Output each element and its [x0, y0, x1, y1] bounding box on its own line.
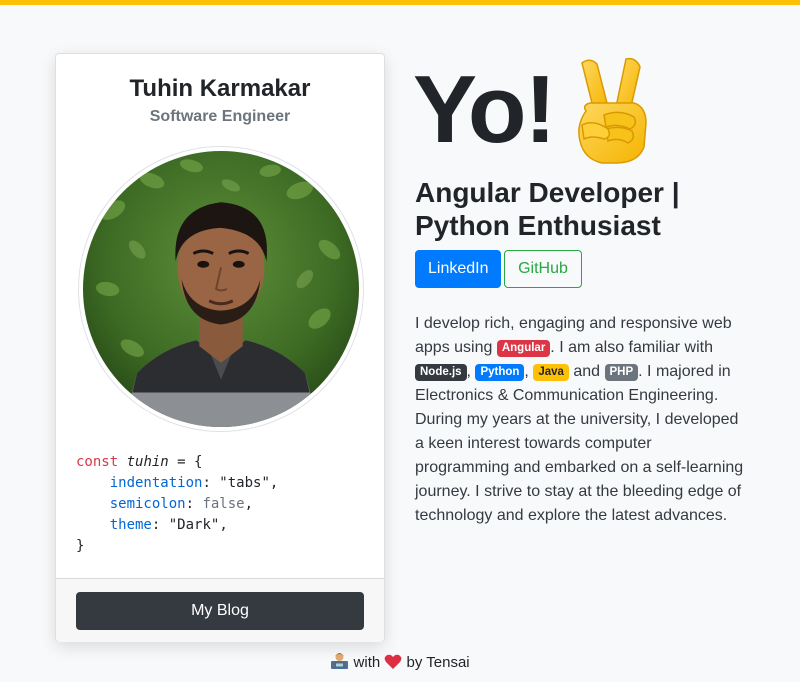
bio-text: . I majored in Electronics & Communicati…: [415, 363, 744, 524]
code-keyword: const: [76, 454, 119, 470]
page-footer: with by Tensai: [0, 652, 800, 671]
code-key: indentation: [109, 475, 203, 491]
headline: Angular Developer | Python Enthusiast: [415, 177, 680, 241]
bio-separator: ,: [466, 363, 476, 380]
code-close-brace: }: [76, 538, 85, 554]
code-value: false: [202, 496, 245, 512]
heart-icon: [384, 654, 402, 669]
code-key: theme: [109, 517, 152, 533]
profile-name: Tuhin Karmakar: [129, 75, 311, 102]
github-button[interactable]: GitHub: [504, 250, 582, 288]
peace-hand-icon: [578, 57, 647, 164]
greeting-heading: Yo!: [413, 56, 557, 163]
avatar-photo: [83, 151, 359, 427]
bio-separator: ,: [524, 363, 534, 380]
badge-python: Python: [475, 364, 525, 381]
footer-by: by Tensai: [402, 654, 470, 671]
technologist-icon: [331, 653, 349, 669]
bio-separator: and: [568, 363, 605, 380]
my-blog-button[interactable]: My Blog: [76, 592, 364, 630]
badge-php: PHP: [604, 364, 639, 381]
code-open-brace: = {: [168, 454, 203, 470]
code-key: semicolon: [109, 496, 186, 512]
badge-angular: Angular: [496, 340, 551, 357]
avatar: [78, 146, 364, 432]
code-variable: tuhin: [126, 454, 169, 470]
code-value: "tabs": [219, 475, 270, 491]
bio-paragraph: I develop rich, engaging and responsive …: [415, 312, 750, 528]
linkedin-button[interactable]: LinkedIn: [415, 250, 501, 288]
profile-role: Software Engineer: [149, 108, 291, 125]
profile-card: Tuhin Karmakar Software Engineer const t…: [55, 53, 385, 642]
top-accent-bar: [0, 0, 800, 5]
code-snippet: const tuhin = { indentation: "tabs", sem…: [76, 454, 279, 554]
bio-text: . I am also familiar with: [550, 339, 714, 356]
badge-java: Java: [533, 364, 569, 381]
footer-with: with: [349, 654, 385, 671]
badge-nodejs: Node.js: [415, 364, 467, 381]
card-footer: My Blog: [56, 578, 384, 642]
code-value: "Dark": [168, 517, 220, 533]
